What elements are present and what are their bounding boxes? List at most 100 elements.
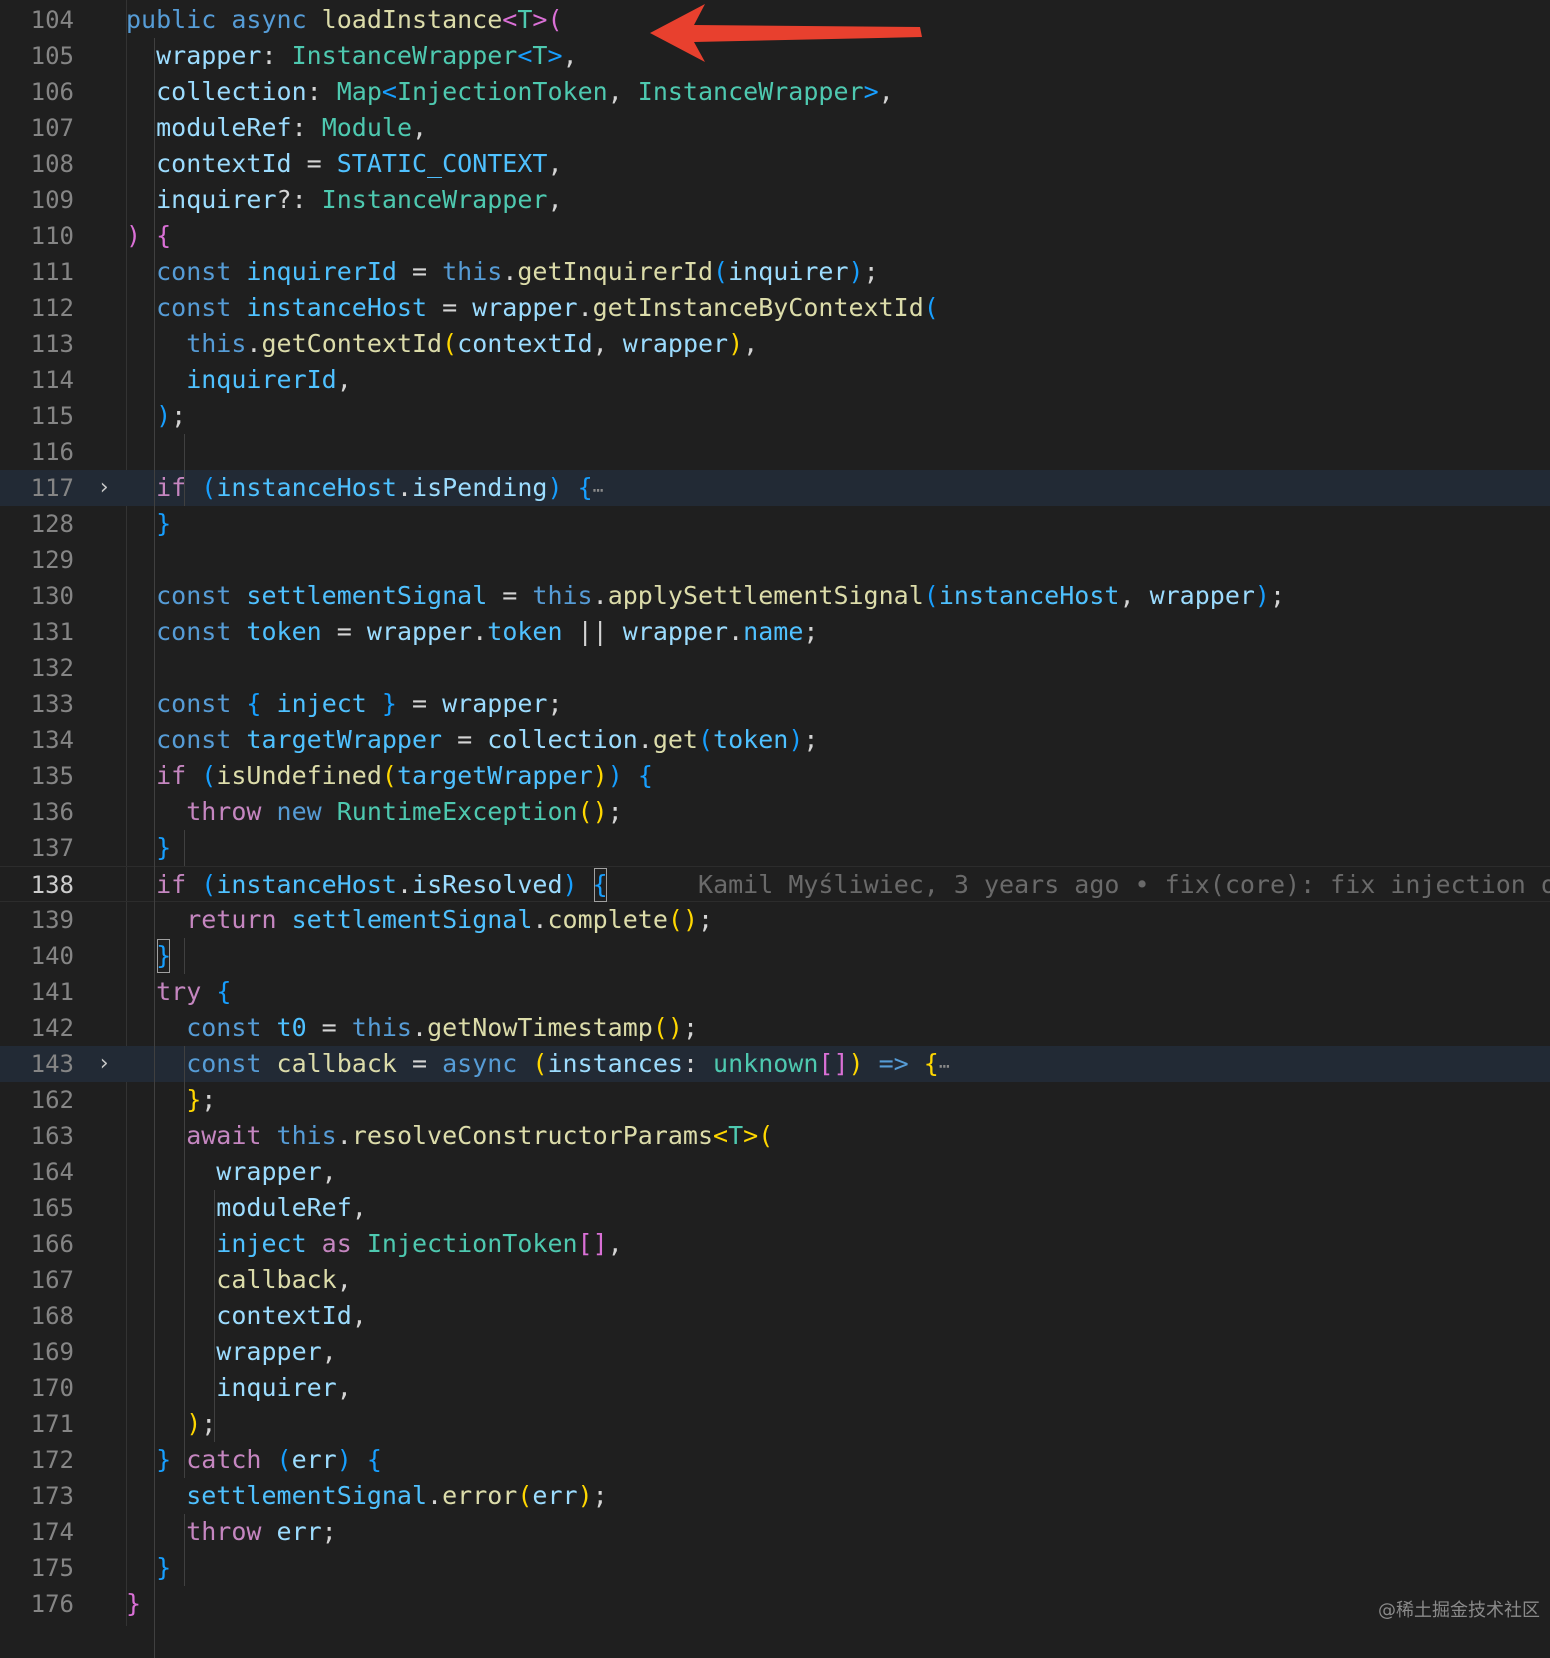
- folded-ellipsis[interactable]: ⋯: [593, 480, 604, 501]
- code-line[interactable]: 134 const targetWrapper = collection.get…: [0, 722, 1550, 758]
- code-token: inquirer: [728, 257, 849, 286]
- code-text: inquirerId,: [126, 362, 1550, 398]
- code-token: (: [758, 1121, 774, 1150]
- code-line[interactable]: 165 moduleRef,: [0, 1190, 1550, 1226]
- code-token: ;: [547, 689, 563, 718]
- code-line[interactable]: 112 const instanceHost = wrapper.getInst…: [0, 290, 1550, 326]
- code-token: Map: [336, 77, 382, 106]
- code-line[interactable]: 106 collection: Map<InjectionToken, Inst…: [0, 74, 1550, 110]
- code-line[interactable]: 141 try {: [0, 974, 1550, 1010]
- code-token: Module: [321, 113, 412, 142]
- code-token: <: [713, 1121, 729, 1150]
- line-number: 106: [30, 78, 74, 106]
- code-token: wrapper: [622, 617, 729, 646]
- code-token: ): [848, 1049, 864, 1078]
- code-token: const: [126, 293, 247, 322]
- code-line[interactable]: 170 inquirer,: [0, 1370, 1550, 1406]
- code-line[interactable]: 163 await this.resolveConstructorParams<…: [0, 1118, 1550, 1154]
- code-line[interactable]: 113 this.getContextId(contextId, wrapper…: [0, 326, 1550, 362]
- code-line[interactable]: 176}: [0, 1586, 1550, 1622]
- line-number: 113: [30, 330, 74, 358]
- code-line[interactable]: 137 }: [0, 830, 1550, 866]
- code-token: (: [547, 5, 563, 34]
- code-line[interactable]: 129: [0, 542, 1550, 578]
- code-token: ): [1254, 581, 1270, 610]
- code-token: inquirer: [126, 1373, 337, 1402]
- code-line[interactable]: 173 settlementSignal.error(err);: [0, 1478, 1550, 1514]
- code-editor[interactable]: 104 public async loadInstance<T>(105 wrap…: [0, 0, 1550, 1658]
- code-line[interactable]: 114 inquirerId,: [0, 362, 1550, 398]
- code-line[interactable]: 130 const settlementSignal = this.applyS…: [0, 578, 1550, 614]
- code-line[interactable]: 136 throw new RuntimeException();: [0, 794, 1550, 830]
- code-line[interactable]: 143 › const callback = async (instances: …: [0, 1046, 1550, 1082]
- line-number: 170: [30, 1374, 74, 1402]
- code-token: T: [532, 41, 548, 70]
- code-line[interactable]: 115 );: [0, 398, 1550, 434]
- code-line[interactable]: 142 const t0 = this.getNowTimestamp();: [0, 1010, 1550, 1046]
- indent-guide: [184, 434, 186, 506]
- code-token: ): [126, 221, 142, 250]
- code-line[interactable]: 164 wrapper,: [0, 1154, 1550, 1190]
- code-token: InstanceWrapper: [291, 41, 518, 70]
- line-number: 132: [30, 654, 74, 682]
- code-token: public: [126, 5, 232, 34]
- code-token: .: [472, 617, 488, 646]
- chevron-right-icon[interactable]: ›: [96, 1046, 112, 1082]
- code-token: const: [126, 725, 247, 754]
- code-token: ,: [351, 1193, 367, 1222]
- code-line[interactable]: 108 contextId = STATIC_CONTEXT,: [0, 146, 1550, 182]
- folded-ellipsis[interactable]: ⋯: [939, 1056, 950, 1077]
- code-token: .: [427, 1481, 443, 1510]
- chevron-right-icon[interactable]: ›: [96, 470, 112, 506]
- code-token: ,: [607, 77, 638, 106]
- code-line[interactable]: 140 }: [0, 938, 1550, 974]
- code-line[interactable]: 135 if (isUndefined(targetWrapper)) {: [0, 758, 1550, 794]
- code-token: settlementSignal: [291, 905, 533, 934]
- code-line[interactable]: 128 }: [0, 506, 1550, 542]
- code-line[interactable]: 107 moduleRef: Module,: [0, 110, 1550, 146]
- code-line[interactable]: 169 wrapper,: [0, 1334, 1550, 1370]
- code-line[interactable]: 174 throw err;: [0, 1514, 1550, 1550]
- code-line[interactable]: 139 return settlementSignal.complete();: [0, 902, 1550, 938]
- code-token: (: [923, 293, 939, 322]
- code-line[interactable]: 167 callback,: [0, 1262, 1550, 1298]
- code-token: unknown: [713, 1049, 819, 1078]
- code-line[interactable]: 110) {: [0, 218, 1550, 254]
- code-line[interactable]: 168 contextId,: [0, 1298, 1550, 1334]
- code-token: getNowTimestamp: [427, 1013, 653, 1042]
- code-text: wrapper,: [126, 1154, 1550, 1190]
- code-line[interactable]: 133 const { inject } = wrapper;: [0, 686, 1550, 722]
- code-line[interactable]: 175 }: [0, 1550, 1550, 1586]
- code-line[interactable]: 117 › if (instanceHost.isPending) {⋯: [0, 470, 1550, 506]
- code-token: err: [276, 1517, 322, 1546]
- code-token: if: [126, 473, 202, 502]
- code-token: const: [126, 1013, 277, 1042]
- code-token: InjectionToken: [396, 77, 608, 106]
- code-line[interactable]: 111 const inquirerId = this.getInquirerI…: [0, 254, 1550, 290]
- code-token: callback: [126, 1265, 337, 1294]
- code-token: token: [713, 725, 789, 754]
- code-text: );: [126, 398, 1550, 434]
- code-line[interactable]: 171 );: [0, 1406, 1550, 1442]
- indent-guide: [184, 1514, 186, 1586]
- code-line[interactable]: 109 inquirer?: InstanceWrapper,: [0, 182, 1550, 218]
- code-line[interactable]: 132: [0, 650, 1550, 686]
- code-token: try: [126, 977, 217, 1006]
- code-text: );: [126, 1406, 1550, 1442]
- code-line[interactable]: 116: [0, 434, 1550, 470]
- code-line[interactable]: 166 inject as InjectionToken[],: [0, 1226, 1550, 1262]
- code-text: if (instanceHost.isResolved) { Kamil Myś…: [126, 867, 1550, 903]
- code-line[interactable]: 162 };: [0, 1082, 1550, 1118]
- code-line[interactable]: 131 const token = wrapper.token || wrapp…: [0, 614, 1550, 650]
- code-token: throw: [126, 797, 277, 826]
- code-text: };: [126, 1082, 1550, 1118]
- code-token: ;: [321, 1517, 337, 1546]
- code-line[interactable]: 138 if (instanceHost.isResolved) { Kamil…: [0, 866, 1550, 902]
- line-number: 105: [30, 42, 74, 70]
- code-token: isPending: [412, 473, 548, 502]
- code-token: ,: [321, 1337, 337, 1366]
- line-number: 135: [30, 762, 74, 790]
- code-line[interactable]: 172 } catch (err) {: [0, 1442, 1550, 1478]
- code-token: callback: [276, 1049, 397, 1078]
- code-token: (: [201, 870, 217, 899]
